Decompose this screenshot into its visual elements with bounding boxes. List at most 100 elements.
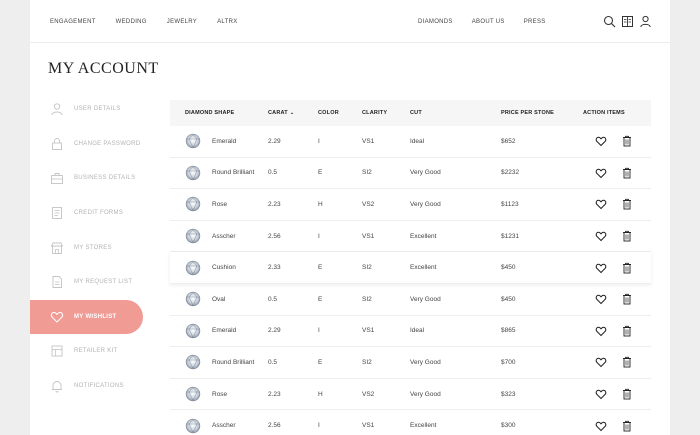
shape-name: Round Brilliant xyxy=(212,169,255,177)
list-icon xyxy=(50,275,64,289)
cell-cut: Excellent xyxy=(410,422,437,430)
cell-actions xyxy=(581,135,651,147)
table-row[interactable]: Asscher 2.56 I VS1 Excellent $300 xyxy=(170,410,651,435)
store-icon xyxy=(50,241,64,255)
table-row[interactable]: Emerald 2.29 I VS1 Ideal $652 xyxy=(170,126,651,158)
diamond-thumbnail-icon xyxy=(185,323,201,339)
wishlist-heart-icon[interactable] xyxy=(595,356,607,368)
table-row[interactable]: Rose 2.23 H VS2 Very Good $1123 xyxy=(170,189,651,221)
nav-diamonds[interactable]: DIAMONDS xyxy=(418,19,453,25)
nav-press[interactable]: PRESS xyxy=(524,19,546,25)
cell-price: $450 xyxy=(501,295,516,303)
cell-actions xyxy=(581,325,651,337)
cell-cut: Excellent xyxy=(410,232,437,240)
delete-trash-icon[interactable] xyxy=(621,135,633,147)
sidebar-item-my-request-list[interactable]: MY REQUEST LIST xyxy=(30,265,158,300)
sidebar-item-my-stores[interactable]: MY STORES xyxy=(30,230,158,265)
cell-carat: 2.56 xyxy=(268,232,281,240)
table-row[interactable]: Round Brilliant 0.5 E SI2 Very Good $700 xyxy=(170,347,651,379)
cell-cut: Ideal xyxy=(410,137,425,145)
sidebar-item-user-details[interactable]: USER DETAILS xyxy=(30,92,158,127)
user-icon[interactable] xyxy=(639,15,652,28)
wishlist-heart-icon[interactable] xyxy=(595,262,607,274)
sidebar-item-change-password[interactable]: CHANGE PASSWORD xyxy=(30,127,158,162)
table-row[interactable]: Rose 2.23 H VS2 Very Good $323 xyxy=(170,379,651,411)
header-carat-label: CARAT xyxy=(268,110,288,116)
delete-trash-icon[interactable] xyxy=(621,293,633,305)
catalog-icon[interactable] xyxy=(621,15,634,28)
cell-actions xyxy=(581,388,651,400)
nav-wedding[interactable]: WEDDING xyxy=(116,19,147,25)
sidebar-item-my-wishlist[interactable]: MY WISHLIST xyxy=(30,299,143,335)
wishlist-heart-icon[interactable] xyxy=(595,420,607,432)
delete-trash-icon[interactable] xyxy=(621,420,633,432)
cell-clarity: VS2 xyxy=(362,390,375,398)
header-color: COLOR xyxy=(318,110,339,116)
table-row[interactable]: Round Brilliant 0.5 E SI2 Very Good $2232 xyxy=(170,158,651,190)
table-row[interactable]: Emerald 2.29 I VS1 Ideal $865 xyxy=(170,316,651,348)
nav-altrx[interactable]: ALTRX xyxy=(217,19,237,25)
cell-price: $2232 xyxy=(501,169,520,177)
sidebar-item-business-details[interactable]: BUSINESS DETAILS xyxy=(30,161,158,196)
table-row[interactable]: Oval 0.5 E SI2 Very Good $450 xyxy=(170,284,651,316)
delete-trash-icon[interactable] xyxy=(621,262,633,274)
cell-clarity: SI2 xyxy=(362,169,372,177)
wishlist-heart-icon[interactable] xyxy=(595,293,607,305)
cell-shape: Oval xyxy=(170,291,268,307)
table-header: DIAMOND SHAPE CARAT ⌄ COLOR CLARITY CUT P… xyxy=(170,100,651,126)
sort-caret-icon: ⌄ xyxy=(289,110,295,116)
nav-engagement[interactable]: ENGAGEMENT xyxy=(50,19,96,25)
delete-trash-icon[interactable] xyxy=(621,167,633,179)
cell-shape: Asscher xyxy=(170,418,268,434)
shape-name: Round Brilliant xyxy=(212,358,255,366)
diamond-thumbnail-icon xyxy=(185,133,201,149)
cell-clarity: SI2 xyxy=(362,358,372,366)
cell-cut: Excellent xyxy=(410,264,437,272)
cell-price: $652 xyxy=(501,137,516,145)
cell-carat: 0.5 xyxy=(268,169,278,177)
cell-cut: Very Good xyxy=(410,358,441,366)
cell-shape: Round Brilliant xyxy=(170,165,268,181)
wishlist-heart-icon[interactable] xyxy=(595,135,607,147)
table-row[interactable]: Cushion 2.33 E SI2 Excellent $450 xyxy=(170,252,651,284)
delete-trash-icon[interactable] xyxy=(621,388,633,400)
form-icon xyxy=(50,206,64,220)
sidebar-item-label: CREDIT FORMS xyxy=(74,210,124,217)
sidebar: USER DETAILS CHANGE PASSWORD BUSINESS DE… xyxy=(30,92,158,403)
wishlist-heart-icon[interactable] xyxy=(595,388,607,400)
sidebar-item-label: BUSINESS DETAILS xyxy=(74,175,136,182)
sidebar-item-label: NOTIFICATIONS xyxy=(74,383,124,390)
diamond-thumbnail-icon xyxy=(185,291,201,307)
page-title: MY ACCOUNT xyxy=(48,60,159,77)
delete-trash-icon[interactable] xyxy=(621,325,633,337)
header-carat[interactable]: CARAT ⌄ xyxy=(268,110,318,116)
cell-price: $323 xyxy=(501,390,516,398)
cell-cut: Very Good xyxy=(410,200,441,208)
cell-color: I xyxy=(318,327,320,335)
sidebar-item-credit-forms[interactable]: CREDIT FORMS xyxy=(30,196,158,231)
wishlist-heart-icon[interactable] xyxy=(595,230,607,242)
delete-trash-icon[interactable] xyxy=(621,198,633,210)
sidebar-item-label: RETAILER KIT xyxy=(74,348,118,355)
wishlist-heart-icon[interactable] xyxy=(595,325,607,337)
sidebar-item-notifications[interactable]: NOTIFICATIONS xyxy=(30,369,158,404)
cell-shape: Round Brilliant xyxy=(170,354,268,370)
cell-carat: 2.29 xyxy=(268,137,281,145)
nav-jewelry[interactable]: JEWELRY xyxy=(167,19,197,25)
delete-trash-icon[interactable] xyxy=(621,230,633,242)
delete-trash-icon[interactable] xyxy=(621,356,633,368)
cell-cut: Ideal xyxy=(410,327,425,335)
nav-about-us[interactable]: ABOUT US xyxy=(472,19,505,25)
cell-cut: Very Good xyxy=(410,169,441,177)
table-body: Emerald 2.29 I VS1 Ideal $652 Round Brilliant 0… xyxy=(170,126,651,435)
cell-clarity: VS1 xyxy=(362,422,375,430)
table-row[interactable]: Asscher 2.56 I VS1 Excellent $1231 xyxy=(170,221,651,253)
sidebar-item-retailer-kit[interactable]: RETAILER KIT xyxy=(30,334,158,369)
search-icon[interactable] xyxy=(603,15,616,28)
cell-carat: 2.29 xyxy=(268,327,281,335)
wishlist-heart-icon[interactable] xyxy=(595,167,607,179)
diamond-thumbnail-icon xyxy=(185,165,201,181)
shape-name: Emerald xyxy=(212,137,237,145)
top-navigation: ENGAGEMENT WEDDING JEWELRY ALTRX DIAMOND… xyxy=(30,0,670,43)
wishlist-heart-icon[interactable] xyxy=(595,198,607,210)
